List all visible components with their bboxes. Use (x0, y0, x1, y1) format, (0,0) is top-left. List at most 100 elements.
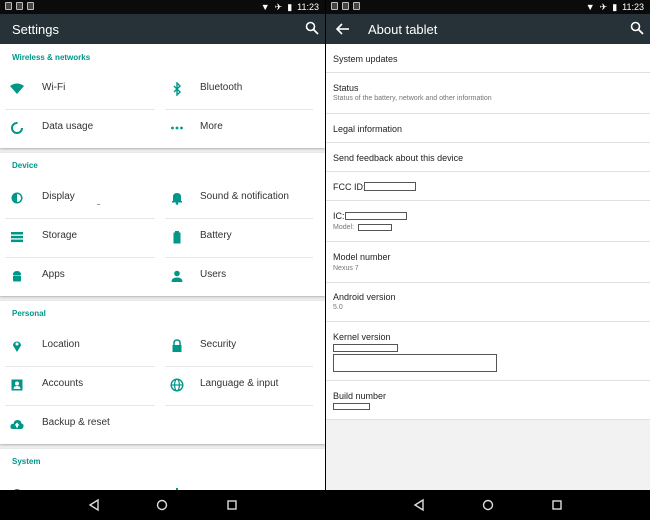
settings-item-display[interactable]: Display (0, 180, 155, 216)
airplane-icon: ✈ (599, 2, 608, 12)
page-title: Settings (12, 22, 59, 37)
item-title: Model number (333, 252, 391, 262)
section-header: System (12, 457, 41, 466)
settings-list: Wireless & networks Wi-Fi Bluetooth Data… (0, 44, 325, 490)
settings-item-label: Storage (42, 230, 78, 241)
back-arrow-icon[interactable] (334, 20, 352, 38)
redacted-field (364, 182, 416, 191)
settings-item-label: Language & input (200, 378, 279, 389)
account-icon (11, 379, 23, 391)
battery-status-icon: ▮ (287, 2, 293, 12)
redacted-field (333, 354, 497, 372)
ic-item: IC: Model: (326, 201, 650, 242)
navigation-bar (0, 490, 650, 520)
item-title: Status (333, 83, 359, 93)
airplane-icon: ✈ (274, 2, 283, 12)
settings-item-users[interactable]: Users (162, 258, 317, 294)
recents-nav-icon[interactable] (550, 498, 564, 512)
more-icon (171, 126, 183, 130)
settings-item-language[interactable]: Language & input (162, 367, 317, 403)
android-version-item[interactable]: Android version 5.0 (326, 283, 650, 322)
section-header: Personal (12, 309, 46, 318)
home-nav-icon[interactable] (155, 498, 169, 512)
settings-item-bluetooth[interactable]: Bluetooth (162, 71, 317, 107)
app-bar: Settings (0, 14, 325, 44)
settings-item-wifi[interactable]: Wi-Fi (0, 71, 155, 107)
settings-item-more[interactable]: More (162, 110, 317, 146)
wifi-status-icon: ▼ (585, 2, 595, 12)
redacted-field (358, 224, 392, 231)
item-title: Android version (333, 292, 396, 302)
settings-item-label: Sound & notification (200, 191, 289, 202)
item-title: Build number (333, 391, 387, 401)
wireless-card: Wireless & networks Wi-Fi Bluetooth Data… (0, 44, 325, 148)
system-updates-item[interactable]: System updates (326, 44, 650, 73)
status-bar: ▼ ✈ ▮ 11:23 (0, 0, 325, 14)
settings-item-sound[interactable]: Sound & notification (162, 180, 317, 216)
data-usage-icon (11, 122, 23, 134)
notification-icon (342, 2, 349, 10)
settings-item-label: Bluetooth (200, 82, 243, 93)
lock-icon (172, 339, 182, 352)
back-nav-icon[interactable] (87, 498, 101, 512)
settings-item-label: Security (200, 339, 237, 350)
settings-item-label: Battery (200, 230, 232, 241)
fcc-id-item: FCC ID: (326, 172, 650, 201)
settings-item-label: Users (200, 269, 227, 280)
item-subtitle: Status of the battery, network and other… (333, 95, 492, 102)
item-title: IC: (333, 211, 345, 221)
back-nav-icon[interactable] (412, 498, 426, 512)
settings-item-label: Backup & reset (42, 417, 110, 428)
settings-item-accounts[interactable]: Accounts (0, 367, 155, 403)
settings-item-label: Location (42, 339, 80, 350)
search-icon[interactable] (630, 21, 644, 35)
wifi-icon (10, 83, 24, 94)
item-subtitle: 5.0 (333, 304, 343, 311)
section-header: Wireless & networks (12, 53, 91, 62)
settings-item-battery[interactable]: Battery (162, 219, 317, 255)
user-icon (171, 270, 183, 282)
status-right: ▼ ✈ ▮ 11:23 (261, 1, 319, 13)
settings-item-location[interactable]: Location (0, 328, 155, 364)
kernel-version-item: Kernel version (326, 322, 650, 381)
wifi-status-icon: ▼ (260, 2, 270, 12)
notification-icons (5, 2, 34, 10)
device-card: Device Display Sound & notification Stor… (0, 153, 325, 296)
notification-icon (16, 2, 23, 10)
settings-item-security[interactable]: Security (162, 328, 317, 364)
location-icon (13, 341, 21, 352)
settings-item-storage[interactable]: Storage (0, 219, 155, 255)
redacted-field (333, 403, 370, 410)
status-item[interactable]: Status Status of the battery, network an… (326, 73, 650, 114)
item-subtitle: Model: (333, 224, 355, 231)
legal-item[interactable]: Legal information (326, 114, 650, 143)
feedback-item[interactable]: Send feedback about this device (326, 143, 650, 172)
settings-item-data-usage[interactable]: Data usage (0, 110, 155, 146)
battery-icon (173, 231, 181, 244)
clock: 11:23 (622, 2, 644, 12)
settings-item-label: Wi-Fi (42, 82, 66, 93)
settings-item-label: Apps (42, 269, 65, 280)
android-icon (13, 271, 21, 282)
bell-icon (172, 193, 182, 205)
redacted-field (333, 344, 398, 352)
settings-item-label: More (200, 121, 223, 132)
bluetooth-icon (173, 82, 181, 96)
cloud-upload-icon (10, 420, 24, 429)
status-right: ▼ ✈ ▮ 11:23 (586, 1, 644, 13)
recents-nav-icon[interactable] (225, 498, 239, 512)
notification-icon (5, 2, 12, 10)
search-icon[interactable] (305, 21, 319, 35)
section-header: Device (12, 161, 38, 170)
settings-item-backup[interactable]: Backup & reset (0, 406, 155, 442)
globe-icon (170, 378, 184, 392)
settings-screen: ▼ ✈ ▮ 11:23 Settings Wireless & networks… (0, 0, 325, 490)
item-title: System updates (333, 54, 398, 64)
settings-item-label: Accounts (42, 378, 84, 389)
settings-item-apps[interactable]: Apps (0, 258, 155, 294)
home-nav-icon[interactable] (481, 498, 495, 512)
about-list: System updates Status Status of the batt… (326, 44, 650, 490)
build-number-item: Build number (326, 381, 650, 420)
redacted-field (345, 212, 407, 220)
settings-item-label: Display (42, 191, 75, 202)
